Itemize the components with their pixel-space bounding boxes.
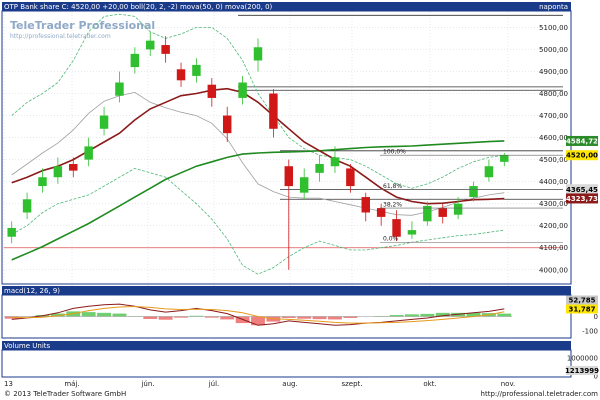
- macd-value-label: 52,785: [568, 297, 595, 305]
- macd-histogram-bar: [143, 316, 158, 319]
- y-tick-label: 4900,00: [539, 68, 568, 76]
- footer-url[interactable]: http://professional.teletrader.com: [481, 390, 599, 398]
- macd-y-tick: 0: [594, 313, 598, 321]
- y-tick-label: 5100,00: [539, 24, 568, 32]
- candle-body: [407, 230, 417, 235]
- candle-body: [176, 69, 186, 81]
- candle-body: [192, 64, 201, 76]
- candle-body: [269, 93, 278, 129]
- candle-body: [207, 84, 217, 98]
- x-tick-label: nov.: [501, 380, 516, 388]
- y-tick-label: 4500,00: [539, 156, 568, 164]
- x-tick-label: okt.: [423, 380, 436, 388]
- candle-body: [315, 164, 324, 173]
- candle-body: [99, 115, 109, 129]
- candle-body: [115, 82, 124, 96]
- candle-body: [69, 164, 78, 171]
- macd-title: macd(12, 26, 9): [4, 287, 60, 295]
- y-tick-label: 4600,00: [539, 134, 568, 142]
- candle-body: [130, 53, 140, 68]
- candle-body: [392, 219, 401, 237]
- price-tag-label: 4323,73: [566, 195, 598, 203]
- watermark-name: TeleTrader Professional: [10, 19, 155, 32]
- x-tick-label: 13: [4, 380, 13, 388]
- macd-histogram-bar: [158, 316, 173, 320]
- chart-title: OTP Bank share C: 4520,00 +20,00 boll(20…: [4, 3, 273, 11]
- candle-body: [7, 227, 16, 237]
- y-tick-label: 4700,00: [539, 112, 568, 120]
- macd-histogram-bar: [312, 316, 327, 320]
- x-tick-label: jún.: [140, 380, 154, 388]
- candle-body: [376, 208, 386, 217]
- fib-label: 61,8%: [383, 183, 402, 190]
- candle-body: [238, 82, 247, 98]
- candle-body: [484, 166, 494, 178]
- candle-body: [38, 177, 47, 187]
- x-tick-label: máj.: [64, 380, 79, 388]
- volume-value-label: 1213999: [565, 367, 599, 375]
- macd-histogram-bar: [112, 313, 127, 317]
- candle-body: [22, 199, 32, 213]
- candle-body: [453, 203, 463, 215]
- candle-body: [284, 166, 294, 187]
- candle-body: [53, 166, 63, 178]
- macd-histogram-bar: [297, 316, 312, 319]
- candle-body: [253, 47, 263, 61]
- volume-panel-header: [2, 341, 571, 350]
- candle-body: [222, 115, 232, 134]
- candle-body: [84, 146, 93, 160]
- fib-label: 100,0%: [383, 149, 406, 156]
- price-tag-label: 4520,00: [566, 152, 598, 160]
- x-tick-label: szept.: [341, 380, 362, 388]
- candle-body: [469, 186, 478, 198]
- price-tag-label: 4365,45: [566, 186, 598, 194]
- x-tick-label: júl.: [208, 380, 220, 388]
- volume-plot-area: [1, 349, 572, 378]
- price-tag-label: 4584,72: [566, 137, 598, 145]
- candle-body: [438, 208, 447, 217]
- watermark-url: http://professional.teletrader.com: [10, 33, 111, 40]
- macd-panel-header: [2, 286, 571, 295]
- y-tick-label: 5000,00: [539, 46, 568, 54]
- y-tick-label: 4200,00: [539, 222, 568, 230]
- candle-body: [346, 168, 355, 187]
- macd-histogram-bar: [328, 316, 342, 320]
- period-label[interactable]: naponta: [539, 3, 568, 11]
- volume-title: Volume Units: [4, 342, 51, 350]
- y-tick-label: 4400,00: [539, 178, 568, 186]
- macd-histogram-bar: [97, 312, 111, 317]
- chart-canvas: OTP Bank share C: 4520,00 +20,00 boll(20…: [0, 0, 600, 400]
- footer-copyright: © 2013 TeleTrader Software GmbH: [4, 390, 126, 398]
- fib-label: 38,2%: [383, 202, 402, 209]
- candle-body: [161, 45, 170, 54]
- candle-body: [500, 155, 509, 162]
- fib-label: 0,0%: [383, 236, 399, 243]
- y-tick-label: 4000,00: [539, 266, 568, 274]
- macd-histogram-bar: [405, 314, 419, 317]
- macd-y-tick: -100: [582, 328, 598, 336]
- candle-body: [361, 197, 370, 213]
- y-tick-label: 4100,00: [539, 244, 568, 252]
- chart-window: OTP Bank share C: 4520,00 +20,00 boll(20…: [0, 0, 600, 400]
- y-tick-label: 4800,00: [539, 90, 568, 98]
- macd-histogram-bar: [497, 313, 512, 317]
- macd-value-label: 31,787: [568, 306, 595, 314]
- candle-body: [330, 157, 340, 167]
- x-tick-label: aug.: [282, 380, 297, 388]
- candle-body: [299, 177, 309, 193]
- macd-histogram-bar: [220, 316, 235, 320]
- volume-y-tick: 1000000: [567, 355, 598, 363]
- macd-histogram-bar: [81, 312, 96, 317]
- candle-body: [146, 40, 155, 50]
- macd-histogram-bar: [420, 313, 435, 317]
- y-tick-label: 4300,00: [539, 200, 568, 208]
